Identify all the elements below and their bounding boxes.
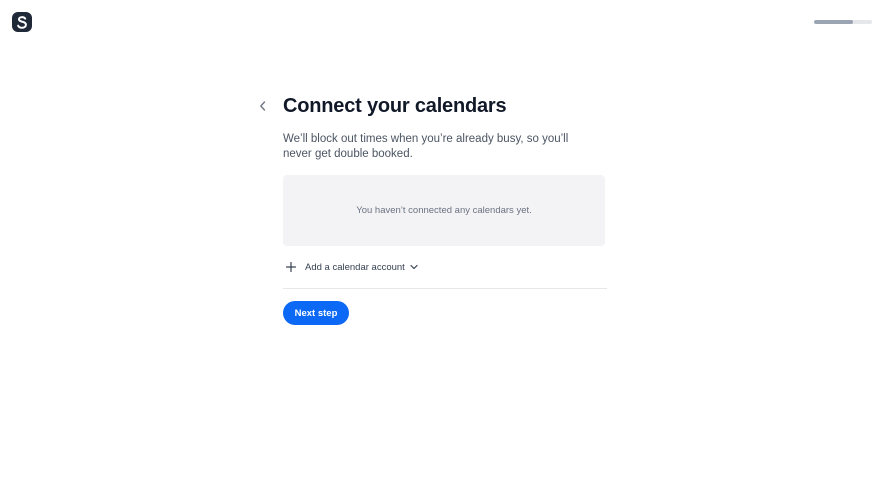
progress-bar-fill [814, 20, 854, 24]
back-button[interactable] [255, 98, 271, 114]
add-calendar-account-label: Add a calendar account [305, 261, 405, 273]
connected-calendars-empty-state: You haven’t connected any calendars yet. [283, 175, 605, 246]
empty-state-message: You haven’t connected any calendars yet. [356, 205, 532, 216]
plus-icon [285, 261, 297, 273]
next-step-button[interactable]: Next step [283, 301, 349, 325]
chevron-down-icon [410, 263, 418, 271]
divider [283, 288, 607, 289]
page-subtitle: We’ll block out times when you’re alread… [283, 133, 569, 160]
main-content: Connect your calendars We’ll block out t… [283, 92, 607, 325]
onboarding-progress-bar [814, 20, 872, 24]
page: Connect your calendars We’ll block out t… [0, 0, 885, 502]
logo[interactable] [12, 12, 32, 32]
add-calendar-account-dropdown[interactable]: Add a calendar account [283, 260, 418, 274]
logo-s-icon [17, 16, 27, 29]
page-title: Connect your calendars [283, 95, 507, 117]
chevron-left-icon [260, 101, 266, 111]
